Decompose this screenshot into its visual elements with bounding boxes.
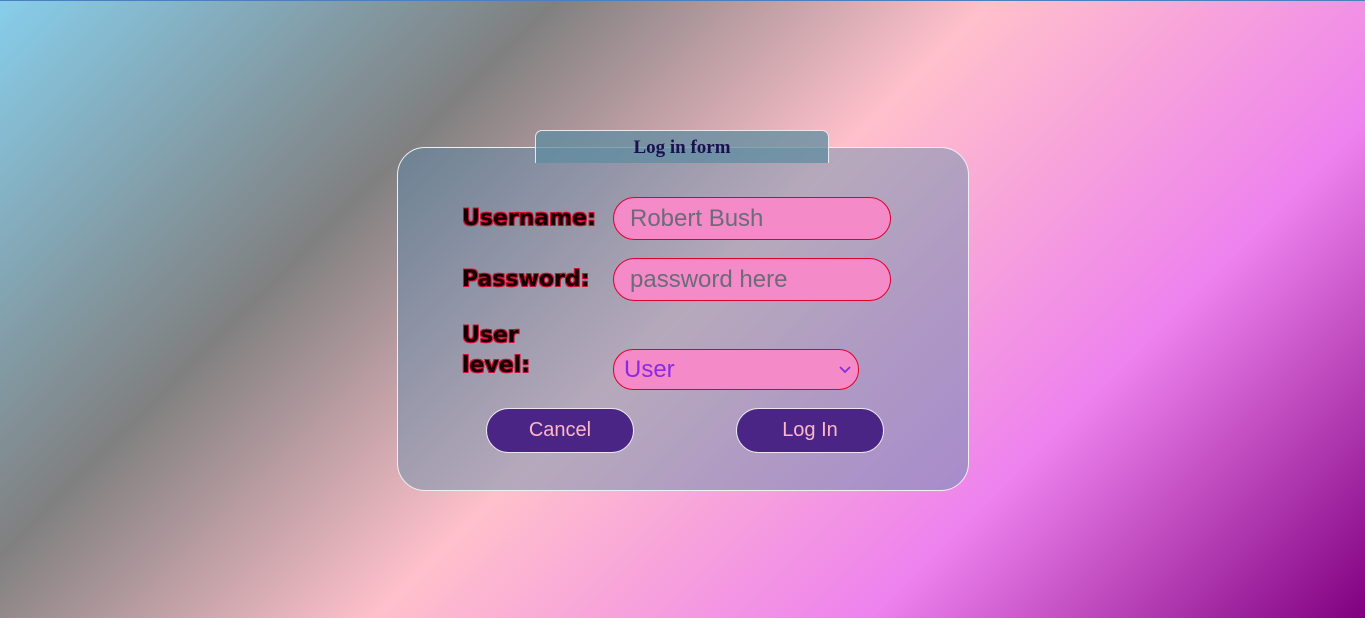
password-label: Password:	[462, 267, 590, 292]
cancel-button[interactable]: Cancel	[486, 408, 634, 453]
login-button[interactable]: Log In	[736, 408, 884, 453]
username-input[interactable]	[613, 197, 891, 240]
form-title-tab: Log in form	[535, 130, 829, 163]
chevron-down-icon	[838, 363, 852, 377]
user-level-select[interactable]: User	[613, 349, 859, 390]
user-level-selected-value: User	[624, 355, 675, 383]
user-level-label: User level:	[462, 323, 531, 378]
username-label: Username:	[462, 206, 596, 231]
password-input[interactable]	[613, 258, 891, 301]
form-title: Log in form	[633, 137, 731, 158]
